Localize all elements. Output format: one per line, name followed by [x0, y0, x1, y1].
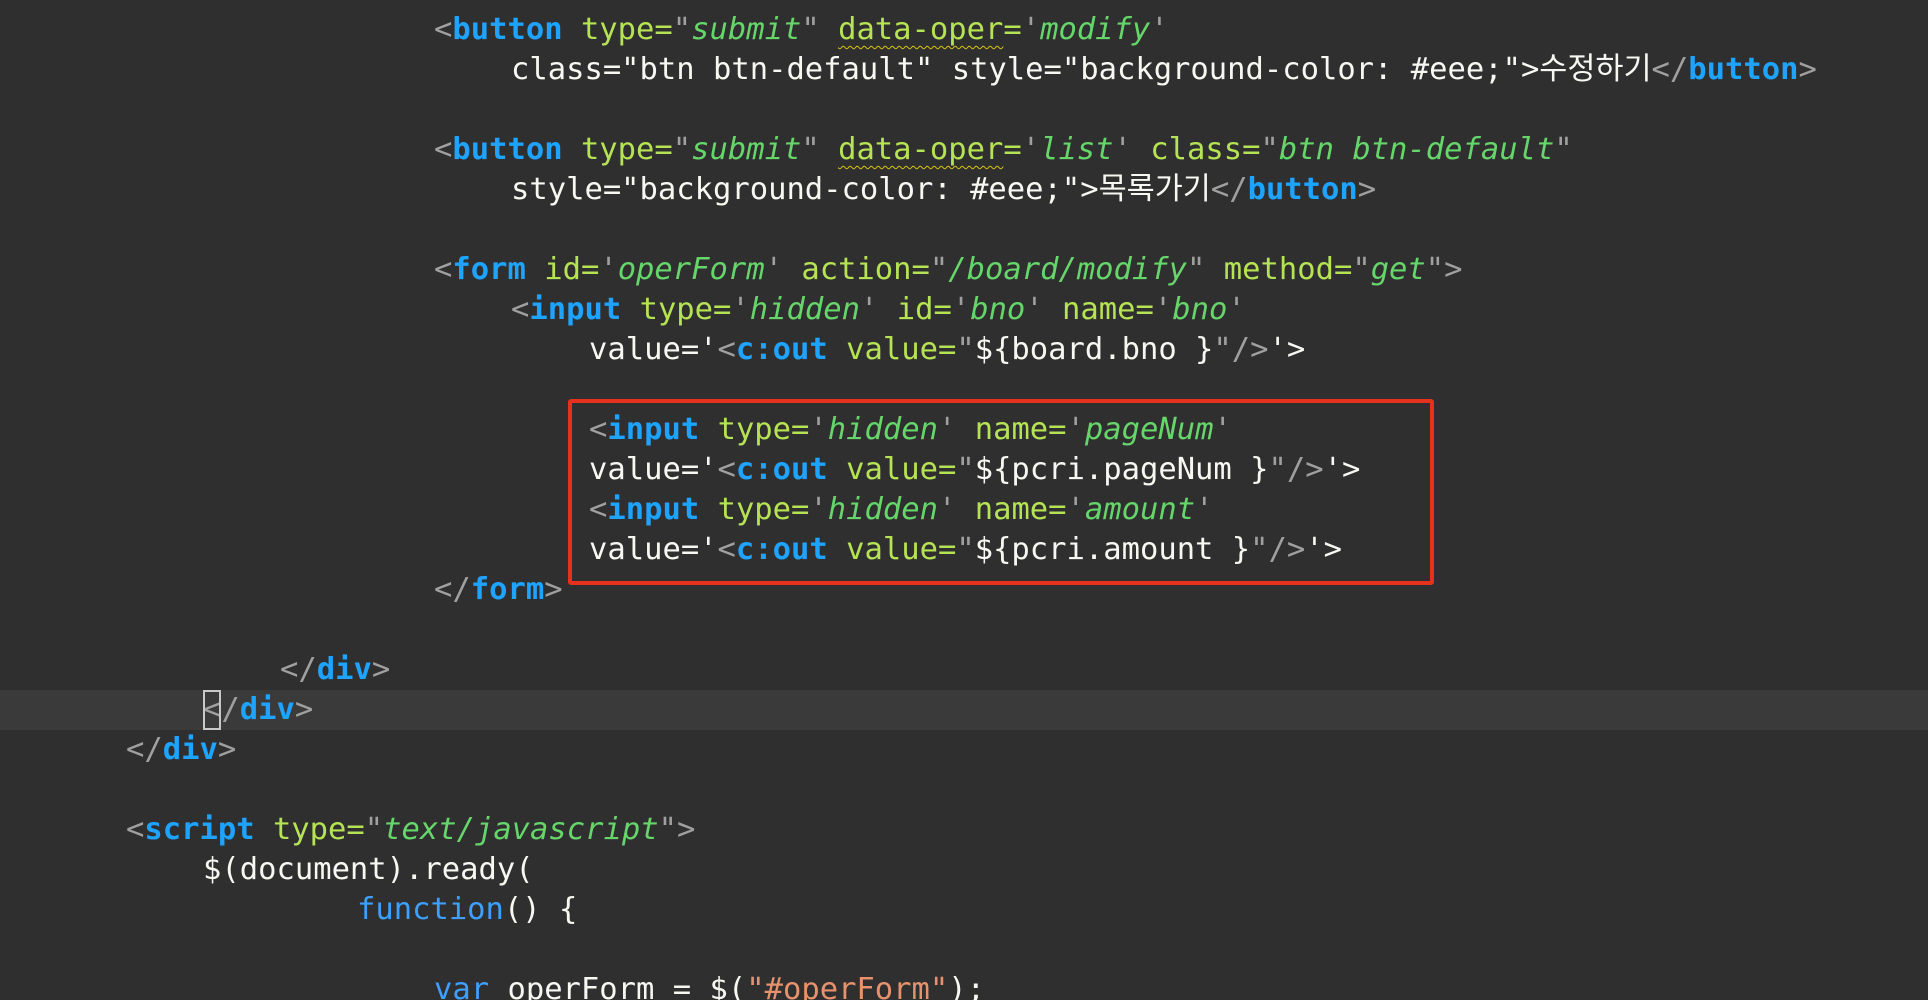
- code-text: style="background-color: #eee;">목록가기</bu…: [511, 172, 1377, 207]
- code-line[interactable]: <form id='operForm' action="/board/modif…: [0, 250, 1928, 290]
- code-text: <script type="text/javascript">: [126, 812, 696, 847]
- code-line[interactable]: <input type='hidden' name='amount': [0, 490, 1928, 530]
- code-text: </div>: [280, 652, 391, 687]
- code-text: var operForm = $("#operForm");: [434, 972, 985, 1000]
- code-text: value='<c:out value="${pcri.amount }"/>'…: [589, 532, 1342, 567]
- code-text: class="btn btn-default" style="backgroun…: [511, 52, 1817, 87]
- code-line[interactable]: $(document).ready(: [0, 850, 1928, 890]
- code-line[interactable]: value='<c:out value="${board.bno }"/>'>: [0, 330, 1928, 370]
- code-text: value='<c:out value="${pcri.pageNum }"/>…: [589, 452, 1361, 487]
- code-text: function() {: [357, 892, 578, 927]
- code-line[interactable]: value='<c:out value="${pcri.amount }"/>'…: [0, 530, 1928, 570]
- code-line[interactable]: class="btn btn-default" style="backgroun…: [0, 50, 1928, 90]
- code-line[interactable]: <script type="text/javascript">: [0, 810, 1928, 850]
- code-line[interactable]: </div>: [0, 650, 1928, 690]
- code-line[interactable]: function() {: [0, 890, 1928, 930]
- code-text: value='<c:out value="${board.bno }"/>'>: [589, 332, 1306, 367]
- code-editor[interactable]: <button type="submit" data-oper='modify'…: [0, 0, 1928, 1000]
- code-line[interactable]: <input type='hidden' name='pageNum': [0, 410, 1928, 450]
- code-text: </div>: [126, 732, 237, 767]
- code-text: </form>: [434, 572, 563, 607]
- code-text: <button type="submit" data-oper='modify': [434, 12, 1169, 47]
- code-line[interactable]: var operForm = $("#operForm");: [0, 970, 1928, 1000]
- code-line[interactable]: <button type="submit" data-oper='list' c…: [0, 130, 1928, 170]
- code-text: <button type="submit" data-oper='list' c…: [434, 132, 1573, 167]
- text-cursor: <: [203, 690, 222, 730]
- code-line[interactable]: </form>: [0, 570, 1928, 610]
- current-line[interactable]: </div>: [0, 690, 1928, 730]
- code-text: <form id='operForm' action="/board/modif…: [434, 252, 1463, 287]
- code-line[interactable]: <input type='hidden' id='bno' name='bno': [0, 290, 1928, 330]
- code-line[interactable]: </div>: [0, 730, 1928, 770]
- code-text: <input type='hidden' id='bno' name='bno': [511, 292, 1246, 327]
- code-text: <input type='hidden' name='amount': [589, 492, 1214, 527]
- code-line[interactable]: style="background-color: #eee;">목록가기</bu…: [0, 170, 1928, 210]
- code-text: <input type='hidden' name='pageNum': [589, 412, 1232, 447]
- code-line[interactable]: value='<c:out value="${pcri.pageNum }"/>…: [0, 450, 1928, 490]
- code-line[interactable]: <button type="submit" data-oper='modify': [0, 10, 1928, 50]
- code-text: $(document).ready(: [203, 852, 534, 887]
- code-text: </div>: [203, 690, 313, 730]
